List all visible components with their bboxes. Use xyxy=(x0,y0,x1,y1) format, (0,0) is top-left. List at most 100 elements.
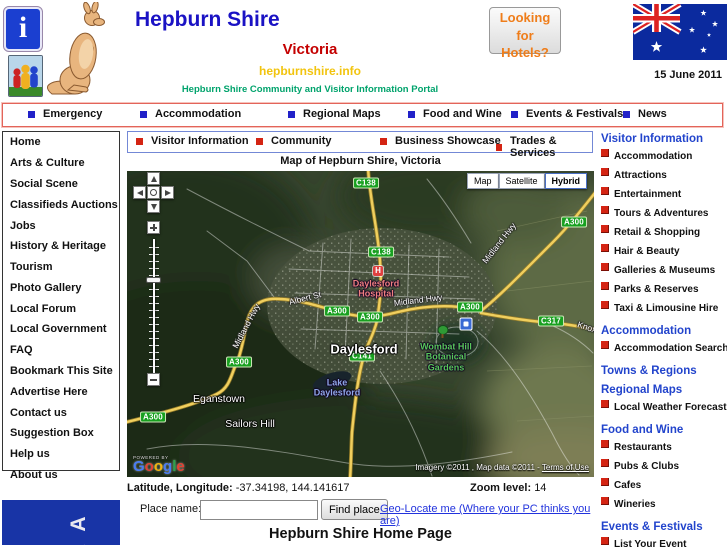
sidebar-item-local-government[interactable]: Local Government xyxy=(3,319,119,340)
nav-events-festivals[interactable]: Events & Festivals xyxy=(511,108,623,120)
australia-flag-icon xyxy=(631,1,727,60)
sidebar-item-bookmark-this-site[interactable]: Bookmark This Site xyxy=(3,361,119,382)
mapdata-credit: Map data ©2011 xyxy=(476,463,535,472)
square-bullet-icon xyxy=(136,137,143,145)
gardens-tree-icon xyxy=(437,325,449,338)
nav-community[interactable]: Community xyxy=(256,135,332,147)
rs-header-food-and-wine[interactable]: Food and Wine xyxy=(601,424,727,436)
zoom-slider-track[interactable] xyxy=(153,239,155,373)
map-title: Map of Hepburn Shire, Victoria xyxy=(280,155,441,167)
rs-item-tours-adventures[interactable]: Tours & Adventures xyxy=(601,204,727,223)
square-bullet-icon xyxy=(601,206,609,214)
sidebar-item-history-heritage[interactable]: History & Heritage xyxy=(3,236,119,257)
info-icon[interactable]: i xyxy=(3,6,43,52)
right-sidebar: Visitor Information Accommodation Attrac… xyxy=(601,133,727,554)
map-type-map-button[interactable]: Map xyxy=(467,173,499,189)
sidebar-item-about-us[interactable]: About us xyxy=(3,465,119,486)
community-icon[interactable] xyxy=(8,55,43,97)
sidebar-item-arts-culture[interactable]: Arts & Culture xyxy=(3,153,119,174)
kangaroo-logo xyxy=(44,0,126,102)
nav-business-showcase[interactable]: Business Showcase xyxy=(380,135,501,147)
sidebar-item-photo-gallery[interactable]: Photo Gallery xyxy=(3,277,119,298)
geolocate-link[interactable]: Geo-Locate me (Where your PC thinks you … xyxy=(380,503,594,527)
rs-item-wineries[interactable]: Wineries xyxy=(601,495,727,514)
square-bullet-icon xyxy=(601,440,609,448)
sidebar-item-faq[interactable]: FAQ xyxy=(3,340,119,361)
rs-item-taxi-limousine[interactable]: Taxi & Limousine Hire xyxy=(601,299,727,318)
rs-item-hair-beauty[interactable]: Hair & Beauty xyxy=(601,242,727,261)
rs-item-restaurants[interactable]: Restaurants xyxy=(601,438,727,457)
rs-item-accommodation[interactable]: Accommodation xyxy=(601,147,727,166)
find-place-button[interactable]: Find place xyxy=(321,499,388,520)
square-bullet-icon xyxy=(408,110,415,118)
header: i Hepburn Shire Victoria hepburnshire.in… xyxy=(0,0,727,102)
sidebar-item-classifieds-auctions[interactable]: Classifieds Auctions xyxy=(3,194,119,215)
map-canvas[interactable]: C138 C138 A300 C317 A300 A300 A300 C141 … xyxy=(127,171,594,477)
secondary-nav: Visitor Information Community Business S… xyxy=(127,131,593,159)
rs-header-accommodation[interactable]: Accommodation xyxy=(601,325,727,337)
nav-regional-maps[interactable]: Regional Maps xyxy=(288,108,381,120)
rs-item-entertainment[interactable]: Entertainment xyxy=(601,185,727,204)
place-name-input[interactable] xyxy=(200,500,318,520)
zoom-slider-handle[interactable] xyxy=(146,277,161,283)
current-date: 15 June 2011 xyxy=(654,69,722,81)
rs-item-cafes[interactable]: Cafes xyxy=(601,476,727,495)
town-label-daylesford: Daylesford xyxy=(330,341,398,357)
rs-header-visitor-information[interactable]: Visitor Information xyxy=(601,133,727,145)
sidebar-item-advertise-here[interactable]: Advertise Here xyxy=(3,381,119,402)
sidebar-item-social-scene[interactable]: Social Scene xyxy=(3,174,119,195)
pan-right-button[interactable] xyxy=(161,186,174,199)
sidebar-item-help-us[interactable]: Help us xyxy=(3,444,119,465)
google-logo[interactable]: POWERED BY Google xyxy=(133,455,185,474)
satellite-imagery xyxy=(127,171,594,477)
sidebar-item-jobs[interactable]: Jobs xyxy=(3,215,119,236)
sidebar-item-local-forum[interactable]: Local Forum xyxy=(3,298,119,319)
coordinates-row: Latitude, Longitude: -37.34198, 144.1416… xyxy=(127,482,594,494)
rs-item-attractions[interactable]: Attractions xyxy=(601,166,727,185)
sidebar-item-suggestion-box[interactable]: Suggestion Box xyxy=(3,423,119,444)
nav-emergency[interactable]: Emergency xyxy=(28,108,102,120)
rs-item-parks-reserves[interactable]: Parks & Reserves xyxy=(601,280,727,299)
nav-visitor-information[interactable]: Visitor Information xyxy=(136,135,249,147)
rs-item-accommodation-search[interactable]: Accommodation Search xyxy=(601,339,727,358)
route-shield-a300: A300 xyxy=(357,311,383,323)
rs-header-regional-maps[interactable]: Regional Maps xyxy=(601,384,727,396)
looking-for-hotels-button[interactable]: Looking for Hotels? xyxy=(489,7,561,60)
map-type-satellite-button[interactable]: Satellite xyxy=(498,173,545,189)
latlng-label: Latitude, Longitude: xyxy=(127,482,233,494)
ad-banner-letter: A xyxy=(67,516,90,532)
zoom-level-label: Zoom level: xyxy=(470,482,532,494)
left-sidebar: Home Arts & Culture Social Scene Classif… xyxy=(2,131,120,481)
rs-item-galleries-museums[interactable]: Galleries & Museums xyxy=(601,261,727,280)
pan-up-button[interactable] xyxy=(147,172,160,185)
route-shield-a300: A300 xyxy=(561,216,587,228)
primary-nav: Emergency Accommodation Regional Maps Fo… xyxy=(2,103,723,127)
pan-center-button[interactable] xyxy=(147,186,160,199)
ad-banner[interactable]: A d xyxy=(2,500,120,545)
square-bullet-icon xyxy=(601,537,609,545)
square-bullet-icon xyxy=(601,149,609,157)
place-search-row: Place name: Find place Geo-Locate me (Wh… xyxy=(127,499,594,527)
hospital-icon: H xyxy=(373,266,383,276)
square-bullet-icon xyxy=(601,244,609,252)
sidebar-item-home[interactable]: Home xyxy=(3,132,119,153)
rs-item-local-weather[interactable]: Local Weather Forecast xyxy=(601,398,727,417)
zoom-in-button[interactable] xyxy=(147,221,160,234)
route-shield-a300: A300 xyxy=(140,411,166,423)
square-bullet-icon xyxy=(601,168,609,176)
rs-header-towns-regions[interactable]: Towns & Regions xyxy=(601,365,727,377)
sidebar-item-tourism[interactable]: Tourism xyxy=(3,257,119,278)
nav-news[interactable]: News xyxy=(623,108,667,120)
sidebar-item-contact-us[interactable]: Contact us xyxy=(3,402,119,423)
nav-food-and-wine[interactable]: Food and Wine xyxy=(408,108,502,120)
rs-item-pubs-clubs[interactable]: Pubs & Clubs xyxy=(601,457,727,476)
map-type-hybrid-button[interactable]: Hybrid xyxy=(544,173,588,189)
rs-header-events-festivals[interactable]: Events & Festivals xyxy=(601,521,727,533)
terms-of-use-link[interactable]: Terms of Use xyxy=(542,463,589,472)
rs-item-retail-shopping[interactable]: Retail & Shopping xyxy=(601,223,727,242)
pan-down-button[interactable] xyxy=(147,200,160,213)
site-url: hepburnshire.info xyxy=(259,64,361,78)
zoom-out-button[interactable] xyxy=(147,373,160,386)
nav-accommodation[interactable]: Accommodation xyxy=(140,108,241,120)
pan-left-button[interactable] xyxy=(133,186,146,199)
